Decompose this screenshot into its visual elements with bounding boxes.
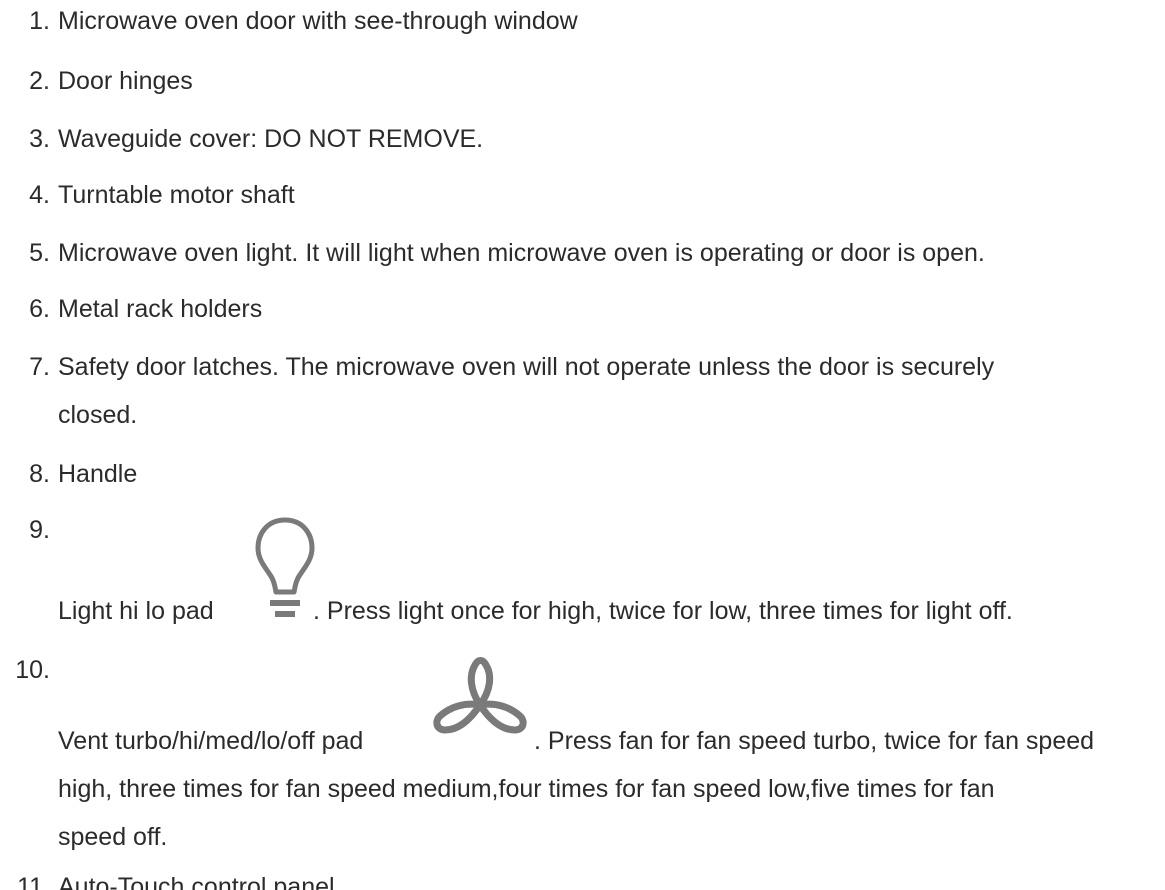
item-number: 10. — [15, 656, 50, 684]
item-text: Light hi lo pad — [58, 597, 214, 625]
item-number: 4. — [29, 181, 50, 209]
item-text-line: Safety door latches. The microwave oven … — [58, 353, 995, 381]
item-text: Turntable motor shaft — [58, 181, 295, 209]
fan-icon — [433, 657, 527, 734]
item-text: Handle — [58, 460, 138, 488]
item-text: Microwave oven door with see-through win… — [58, 7, 578, 35]
item-number: 1. — [29, 7, 50, 35]
item-text: Vent turbo/hi/med/lo/off pad — [58, 727, 364, 755]
item-text-line: speed off. — [58, 823, 168, 851]
item-number: 3. — [29, 125, 50, 153]
item-text: Metal rack holders — [58, 295, 263, 323]
item-text: Waveguide cover: DO NOT REMOVE. — [58, 125, 484, 153]
item-text: Door hinges — [58, 67, 193, 95]
item-number: 7. — [29, 353, 50, 381]
item-text-line: closed. — [58, 401, 138, 429]
item-text: . Press fan for fan speed turbo, twice f… — [534, 727, 1095, 755]
item-text: Microwave oven light. It will light when… — [58, 239, 985, 267]
item-number: 6. — [29, 295, 50, 323]
item-text: Auto-Touch control panel — [58, 873, 335, 890]
item-text-line: Light hi lo pad — [58, 594, 214, 629]
item-text: . Press light once for high, twice for l… — [313, 597, 1013, 625]
item-number: 8. — [29, 460, 50, 488]
light-bulb-icon — [255, 517, 315, 617]
item-number: 5. — [29, 239, 50, 267]
item-number: 11. — [17, 873, 50, 890]
item-number: 2. — [29, 67, 50, 95]
item-text-line: high, three times for fan speed medium,f… — [58, 775, 995, 803]
item-number: 9. — [29, 516, 50, 544]
